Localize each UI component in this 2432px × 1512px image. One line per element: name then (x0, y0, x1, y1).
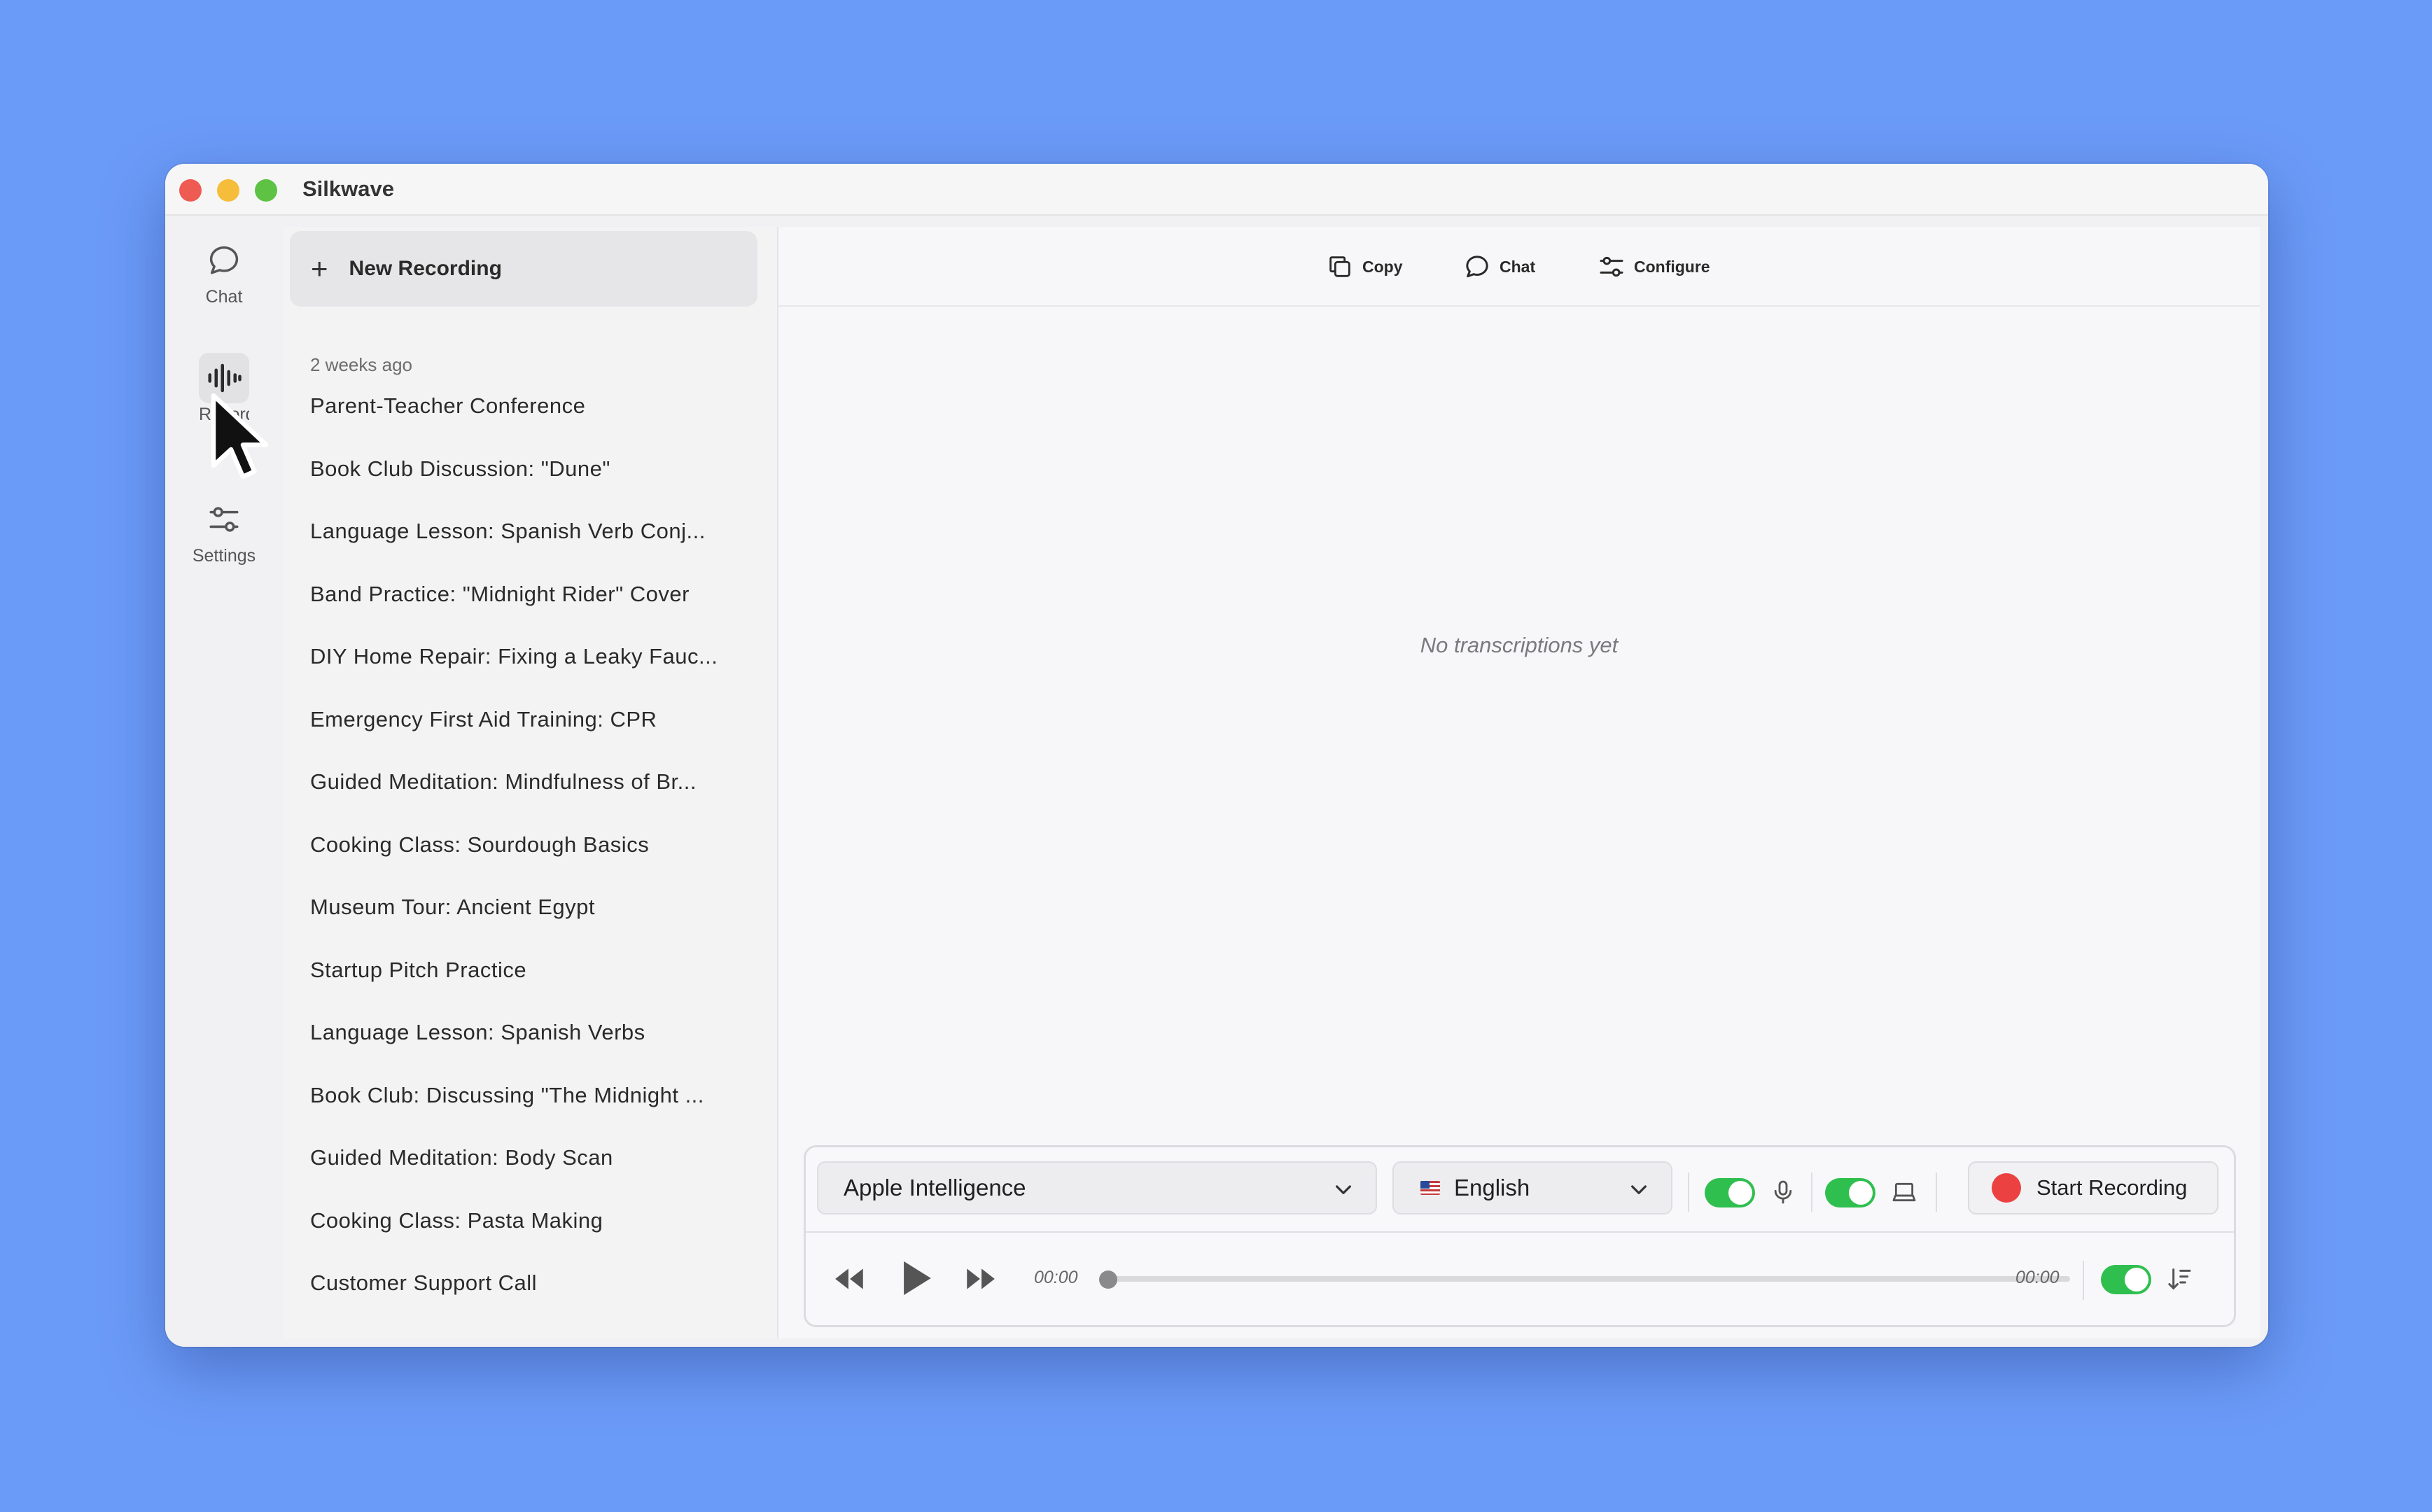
recording-controls: Apple Intelligence English Start Recordi… (804, 1145, 2236, 1327)
toolbar: Copy Chat Configure (778, 227, 2260, 307)
playback-row: 00:00 00:00 (806, 1234, 2234, 1325)
laptop-icon (1892, 1182, 1916, 1202)
us-flag-icon (1420, 1181, 1440, 1195)
language-select[interactable]: English (1392, 1161, 1672, 1214)
list-item[interactable]: Museum Tour: Ancient Egypt (310, 893, 758, 956)
total-time: 00:00 (2015, 1268, 2060, 1287)
divider (1936, 1172, 1937, 1212)
new-recording-button[interactable]: + New Recording (290, 231, 757, 307)
microphone-icon (1774, 1180, 1792, 1204)
current-time: 00:00 (1034, 1268, 1078, 1287)
autoscroll-toggle[interactable] (2101, 1265, 2151, 1294)
chat-bubble-icon (1466, 255, 1488, 278)
new-recording-label: New Recording (349, 257, 502, 280)
rail-item-chat[interactable]: Chat (175, 225, 273, 323)
list-item[interactable]: Emergency First Aid Training: CPR (310, 706, 758, 769)
list-item[interactable]: Cooking Class: Sourdough Basics (310, 831, 758, 894)
chevron-down-icon (1336, 1185, 1351, 1194)
list-item[interactable]: Book Club: Discussing "The Midnight ... (310, 1082, 758, 1144)
list-item[interactable]: Language Lesson: Spanish Verb Conj... (310, 517, 758, 580)
rail-item-label: Chat (205, 287, 243, 307)
divider (2083, 1261, 2084, 1300)
title-bar: Silkwave (165, 164, 2268, 216)
system-audio-toggle[interactable] (1825, 1178, 1875, 1208)
chevron-down-icon (1631, 1185, 1647, 1194)
sliders-icon (1600, 256, 1623, 277)
list-item[interactable]: Startup Pitch Practice (310, 956, 758, 1019)
list-item[interactable]: Customer Support Call (310, 1269, 758, 1332)
copy-button[interactable]: Copy (1326, 249, 1403, 284)
mouse-cursor-icon (211, 393, 269, 479)
chat-label: Chat (1500, 257, 1536, 276)
list-item[interactable]: Language Lesson: Spanish Verbs (310, 1018, 758, 1082)
chat-button[interactable]: Chat (1463, 249, 1535, 284)
app-title: Silkwave (302, 176, 394, 201)
model-select-value: Apple Intelligence (844, 1175, 1026, 1200)
close-window-button[interactable] (179, 179, 202, 202)
start-recording-button[interactable]: Start Recording (1968, 1161, 2218, 1214)
list-item[interactable]: Band Practice: "Midnight Rider" Cover (310, 580, 758, 643)
playback-scrubber[interactable] (1107, 1276, 2070, 1282)
rail-item-label: Settings (192, 546, 256, 566)
scrubber-knob[interactable] (1099, 1270, 1117, 1289)
configure-button[interactable]: Configure (1598, 249, 1710, 284)
start-recording-label: Start Recording (2036, 1175, 2188, 1200)
copy-icon (1329, 256, 1350, 277)
divider (1811, 1172, 1812, 1212)
list-item[interactable]: Book Club Discussion: "Dune" (310, 455, 758, 518)
app-window: Silkwave Chat Recordings Settings + New … (165, 164, 2268, 1347)
empty-state-text: No transcriptions yet (1420, 633, 1619, 657)
plus-icon: + (311, 252, 328, 285)
recording-settings-row: Apple Intelligence English Start Recordi… (806, 1147, 2234, 1233)
zoom-window-button[interactable] (255, 179, 277, 202)
record-dot-icon (1992, 1173, 2021, 1203)
sliders-icon (199, 494, 249, 545)
microphone-toggle[interactable] (1705, 1178, 1755, 1208)
recordings-list: Parent-Teacher Conference Book Club Disc… (310, 392, 758, 1332)
minimize-window-button[interactable] (217, 179, 239, 202)
copy-label: Copy (1362, 257, 1403, 276)
play-icon[interactable] (898, 1258, 933, 1298)
recordings-list-panel: + New Recording 2 weeks ago Parent-Teach… (283, 227, 777, 1338)
fast-forward-icon[interactable] (963, 1264, 998, 1294)
sort-descending-icon[interactable] (2165, 1265, 2193, 1293)
list-item[interactable]: Cooking Class: Pasta Making (310, 1207, 758, 1270)
rewind-icon[interactable] (832, 1264, 867, 1294)
rail-item-settings[interactable]: Settings (175, 484, 273, 582)
group-label: 2 weeks ago (310, 354, 412, 375)
model-select[interactable]: Apple Intelligence (817, 1161, 1377, 1214)
list-item[interactable]: Guided Meditation: Body Scan (310, 1144, 758, 1207)
transcription-panel: Copy Chat Configure No transcriptions ye… (777, 227, 2260, 1338)
configure-label: Configure (1634, 257, 1710, 276)
nav-rail: Chat Recordings Settings (165, 216, 283, 1347)
divider (1688, 1172, 1689, 1212)
list-item[interactable]: Parent-Teacher Conference (310, 392, 758, 455)
list-item[interactable]: DIY Home Repair: Fixing a Leaky Fauc... (310, 643, 758, 706)
language-select-value: English (1454, 1175, 1530, 1200)
list-item[interactable]: Guided Meditation: Mindfulness of Br... (310, 768, 758, 831)
chat-bubble-icon (199, 235, 249, 286)
